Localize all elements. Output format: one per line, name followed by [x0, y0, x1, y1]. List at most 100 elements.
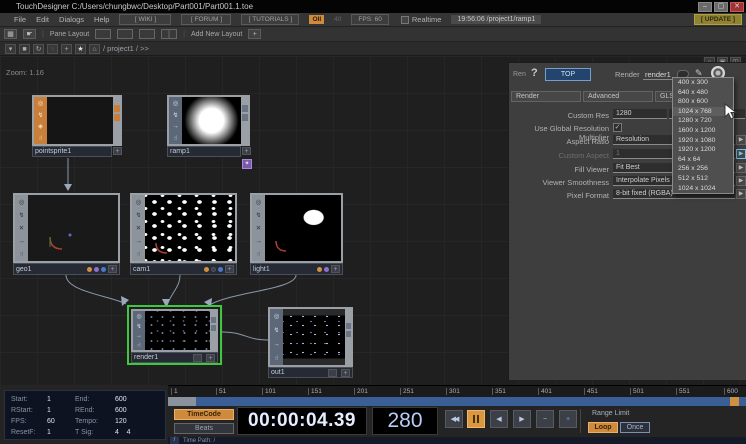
- arrow-icon[interactable]: →: [135, 238, 142, 245]
- tutorials-button[interactable]: [ TUTORIALS ]: [241, 14, 299, 25]
- layout-preset-quad-icon[interactable]: [161, 29, 177, 39]
- output-connector[interactable]: [211, 317, 216, 323]
- touch-icon[interactable]: ☝: [20, 250, 24, 258]
- tab-advanced[interactable]: Advanced: [583, 91, 653, 102]
- maximize-button[interactable]: ▢: [714, 2, 728, 12]
- play-button[interactable]: ▶: [513, 410, 531, 428]
- node-render1[interactable]: ◎ ↯ → ☝: [131, 309, 218, 352]
- viewer-icon[interactable]: ◎: [38, 99, 44, 107]
- arrow-icon[interactable]: →: [18, 238, 25, 245]
- viewer-icon[interactable]: ◎: [136, 198, 142, 206]
- slash-icon[interactable]: /: [170, 437, 179, 444]
- lightning-icon[interactable]: ↯: [19, 211, 24, 219]
- node-name-bar[interactable]: cam1 +: [130, 263, 237, 275]
- flag-box[interactable]: [328, 369, 337, 377]
- resolution-option[interactable]: 640 x 480: [673, 88, 733, 98]
- resolution-option[interactable]: 512 x 512: [673, 174, 733, 184]
- stop-icon[interactable]: ■: [19, 44, 30, 54]
- step-plus-button[interactable]: +: [559, 410, 577, 428]
- output-connector[interactable]: [211, 325, 216, 331]
- checkbox-icon[interactable]: ✓: [613, 123, 622, 132]
- node-expand-button[interactable]: +: [242, 147, 251, 155]
- range-start-handle[interactable]: [168, 397, 196, 406]
- node-viewer[interactable]: [145, 195, 235, 261]
- layout-preset-single-icon[interactable]: [95, 29, 111, 39]
- node-expand-button[interactable]: +: [225, 265, 234, 273]
- node-viewer[interactable]: [47, 97, 113, 144]
- node-name-bar[interactable]: pointsprite1: [32, 146, 112, 157]
- breadcrumb[interactable]: / project1 / >>: [103, 44, 149, 53]
- menu-arrow-icon[interactable]: ▶: [736, 135, 746, 145]
- node-name-bar[interactable]: render1 +: [131, 352, 218, 363]
- add-layout-button[interactable]: +: [248, 29, 261, 39]
- node-expand-button[interactable]: +: [206, 354, 215, 362]
- viewer-icon[interactable]: ◎: [274, 312, 280, 320]
- node-name-bar[interactable]: out1 +: [268, 367, 353, 378]
- output-connector[interactable]: [114, 105, 120, 112]
- layout-preset-hsplit-icon[interactable]: [139, 29, 155, 39]
- info-value[interactable]: 600: [115, 396, 165, 403]
- node-viewer[interactable]: [28, 195, 118, 261]
- clone-flag-dot[interactable]: [324, 267, 329, 272]
- close-button[interactable]: ✕: [730, 2, 744, 12]
- info-value[interactable]: 1: [47, 396, 75, 403]
- output-connector[interactable]: [346, 323, 351, 329]
- pause-button[interactable]: [467, 410, 485, 428]
- resolution-option[interactable]: 256 x 256: [673, 164, 733, 174]
- refresh-icon[interactable]: ↻: [33, 44, 44, 54]
- node-expand-button[interactable]: +: [331, 265, 340, 273]
- viewer-icon[interactable]: ◎: [136, 313, 141, 320]
- grid-icon[interactable]: ▦: [4, 29, 17, 39]
- hand-icon[interactable]: ☛: [23, 29, 36, 39]
- info-value[interactable]: 1: [47, 407, 75, 414]
- layout-preset-vsplit-icon[interactable]: [117, 29, 133, 39]
- node-light1[interactable]: ◎ ↯ ✕ → ☝: [250, 193, 343, 263]
- viewer-icon[interactable]: ◎: [256, 198, 262, 206]
- arrow-icon[interactable]: →: [255, 238, 262, 245]
- touch-icon[interactable]: ☝: [137, 250, 141, 258]
- touch-icon[interactable]: ☝: [137, 342, 141, 349]
- menu-arrow-icon[interactable]: ▶: [736, 149, 746, 159]
- lightning-icon[interactable]: ↯: [38, 111, 43, 119]
- realtime-label[interactable]: Realtime: [412, 15, 442, 24]
- clone-flag-dot[interactable]: [211, 267, 216, 272]
- viewer-flag-dot[interactable]: [204, 267, 209, 272]
- lightning-icon[interactable]: ↯: [136, 211, 141, 219]
- beats-mode-button[interactable]: Beats: [174, 423, 234, 434]
- touch-icon[interactable]: ☝: [275, 354, 279, 362]
- resolution-option[interactable]: 1024 x 1024: [673, 184, 733, 194]
- resolution-option[interactable]: 64 x 64: [673, 155, 733, 165]
- node-geo1[interactable]: ◎ ↯ ✕ → ☝: [13, 193, 120, 263]
- lightning-icon[interactable]: ↯: [274, 326, 279, 334]
- menu-file[interactable]: File: [14, 15, 26, 24]
- node-expand-button[interactable]: +: [341, 369, 350, 377]
- viewer-icon[interactable]: ◎: [19, 198, 25, 206]
- update-button[interactable]: [ UPDATE ]: [694, 14, 742, 25]
- touch-icon[interactable]: ☝: [174, 134, 178, 142]
- minimize-button[interactable]: –: [698, 2, 712, 12]
- node-viewer[interactable]: [145, 311, 210, 350]
- lightning-icon[interactable]: ↯: [173, 111, 178, 119]
- info-value[interactable]: 1: [47, 429, 75, 436]
- step-back-button[interactable]: ◀: [490, 410, 508, 428]
- node-viewer[interactable]: [265, 195, 341, 261]
- param-value-field[interactable]: 1280: [613, 109, 667, 119]
- output-connector[interactable]: [242, 105, 248, 112]
- resolution-option[interactable]: 1920 x 1200: [673, 145, 733, 155]
- timeline-ruler[interactable]: 1 51 101 151 201 251 301 351 401 451 501…: [168, 385, 746, 397]
- node-out1[interactable]: ◎ ↯ → ☝: [268, 307, 353, 367]
- viewer-flag-dot[interactable]: [317, 267, 322, 272]
- arrow-icon[interactable]: →: [172, 123, 179, 130]
- timeline-range-band[interactable]: [168, 397, 746, 406]
- step-minus-button[interactable]: −: [536, 410, 554, 428]
- loop-button[interactable]: Loop: [588, 422, 618, 433]
- info-value[interactable]: 120: [115, 418, 165, 425]
- arrow-icon[interactable]: →: [136, 333, 142, 339]
- node-viewer[interactable]: [182, 97, 241, 144]
- node-name-bar[interactable]: geo1 +: [13, 263, 120, 275]
- frame-counter-display[interactable]: 280: [372, 407, 438, 435]
- arrow-icon[interactable]: →: [273, 341, 280, 348]
- menu-dialogs[interactable]: Dialogs: [59, 15, 84, 24]
- node-ramp1[interactable]: ◎ ↯ → ☝: [167, 95, 250, 146]
- perf-toggle[interactable]: OII: [309, 15, 324, 24]
